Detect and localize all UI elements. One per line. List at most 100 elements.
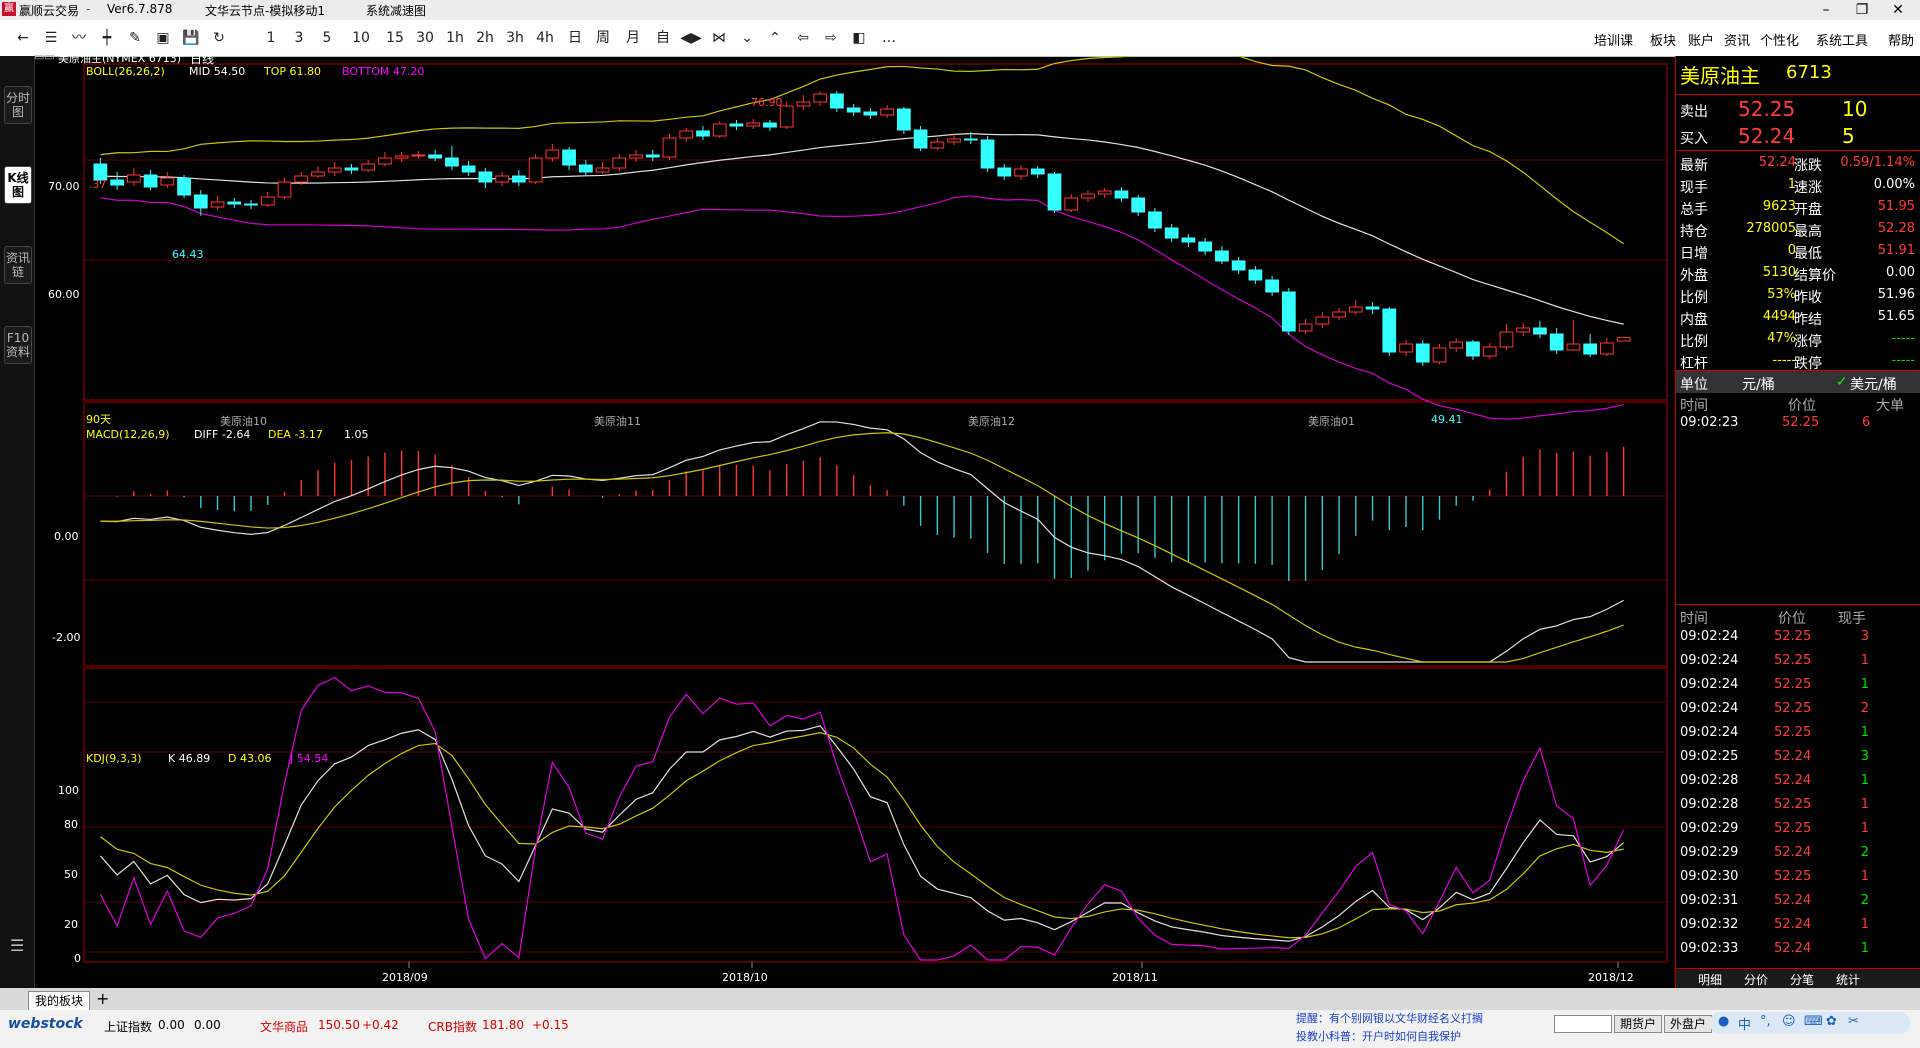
emoji-icon[interactable]: ☺ bbox=[1782, 1014, 1796, 1029]
more-button[interactable]: … bbox=[878, 28, 900, 48]
candle-body bbox=[1148, 211, 1162, 229]
index-sh-name[interactable]: 上证指数 bbox=[104, 1018, 152, 1035]
search-input[interactable] bbox=[1554, 1015, 1612, 1033]
menu-item-1[interactable]: 板块 bbox=[1650, 30, 1676, 49]
chart-area[interactable]: ▭▭ 美原油主(NYMEX 6713) 日线 BOLL(26,26,2) MID… bbox=[34, 50, 1674, 988]
line-chart-icon[interactable]: 〰 bbox=[68, 28, 90, 48]
chinese-mode-icon[interactable]: 中 bbox=[1738, 1014, 1751, 1033]
tick-row[interactable]: 09:02:24 52.25 1 bbox=[1676, 722, 1920, 744]
candle-icon[interactable]: ┿ bbox=[96, 28, 118, 48]
system-status[interactable]: 系统减速图 bbox=[366, 2, 426, 19]
tick-cell: 3 bbox=[1860, 749, 1869, 764]
macd-diff: DIFF -2.64 bbox=[194, 428, 251, 441]
ime-icon[interactable]: ● bbox=[1718, 1014, 1729, 1029]
tick-row[interactable]: 09:02:31 52.24 2 bbox=[1676, 890, 1920, 912]
save-icon[interactable]: 💾 bbox=[180, 28, 202, 48]
menu-item-5[interactable]: 系统工具 bbox=[1816, 30, 1868, 49]
screenshot-icon[interactable]: ✂ bbox=[1848, 1014, 1859, 1029]
chevron-up-icon[interactable]: ⌃ bbox=[764, 28, 786, 48]
tab-time-share[interactable]: 分时图 bbox=[4, 86, 32, 124]
period-button-10[interactable]: 日 bbox=[562, 28, 588, 48]
sell-price[interactable]: 52.25 bbox=[1738, 97, 1795, 121]
arrow-left-icon[interactable]: ⇦ bbox=[792, 28, 814, 48]
boll-label[interactable]: BOLL(26,26,2) bbox=[86, 65, 165, 78]
tick-cell: 09:02:24 bbox=[1680, 701, 1739, 716]
add-tab-button[interactable]: + bbox=[96, 989, 109, 1008]
restore-button[interactable]: ❐ bbox=[1844, 0, 1880, 20]
tick-cell: 52.25 bbox=[1774, 797, 1812, 812]
macd-label[interactable]: MACD(12,26,9) bbox=[86, 428, 170, 441]
tab-ticks[interactable]: 分笔 bbox=[1790, 971, 1814, 988]
period-button-3[interactable]: 10 bbox=[348, 28, 374, 48]
tab-f10[interactable]: F10资料 bbox=[4, 326, 32, 364]
period-button-2[interactable]: 5 bbox=[314, 28, 340, 48]
unit-usd[interactable]: 美元/桶 bbox=[1850, 374, 1897, 394]
tick-row[interactable]: 09:02:24 52.25 1 bbox=[1676, 674, 1920, 696]
tab-kline[interactable]: K线图 bbox=[4, 166, 32, 204]
candle-body bbox=[411, 154, 426, 157]
period-button-9[interactable]: 4h bbox=[532, 28, 558, 48]
skin-icon[interactable]: ✿ bbox=[1826, 1014, 1837, 1029]
unit-cny[interactable]: 元/桶 bbox=[1742, 374, 1775, 394]
period-button-0[interactable]: 1 bbox=[258, 28, 284, 48]
menu-icon[interactable]: ☰ bbox=[10, 936, 24, 955]
notice-line-1[interactable]: 提醒：有个别网银以文华财经名义打搁 bbox=[1296, 1010, 1483, 1026]
tick-cell: 52.25 bbox=[1774, 725, 1812, 740]
tab-news-chain[interactable]: 资讯链 bbox=[4, 246, 32, 284]
menu-item-0[interactable]: 培训课 bbox=[1594, 30, 1633, 49]
index-wh-name[interactable]: 文华商品 bbox=[260, 1018, 308, 1035]
tick-row[interactable]: 09:02:32 52.24 1 bbox=[1676, 914, 1920, 936]
period-button-1[interactable]: 3 bbox=[286, 28, 312, 48]
chevron-down-icon[interactable]: ⌄ bbox=[736, 28, 758, 48]
tab-detail[interactable]: 明细 bbox=[1698, 971, 1722, 988]
tick-row[interactable]: 09:02:29 52.24 2 bbox=[1676, 842, 1920, 864]
print-icon[interactable]: ▣ bbox=[152, 28, 174, 48]
tick-row[interactable]: 09:02:28 52.25 1 bbox=[1676, 794, 1920, 816]
draw-icon[interactable]: ✎ bbox=[124, 28, 146, 48]
tick-row[interactable]: 09:02:24 52.25 3 bbox=[1676, 626, 1920, 648]
back-icon[interactable]: ← bbox=[12, 28, 34, 48]
tick-row[interactable]: 09:02:30 52.25 1 bbox=[1676, 866, 1920, 888]
foreign-account-button[interactable]: 外盘户 bbox=[1664, 1015, 1712, 1033]
buy-price[interactable]: 52.24 bbox=[1738, 124, 1795, 148]
tab-price-distribution[interactable]: 分价 bbox=[1744, 971, 1768, 988]
tab-statistics[interactable]: 统计 bbox=[1836, 971, 1860, 988]
tab-my-sectors[interactable]: 我的板块 bbox=[28, 991, 90, 1011]
menu-item-3[interactable]: 资讯 bbox=[1724, 30, 1750, 49]
menu-item-6[interactable]: 帮助 bbox=[1888, 30, 1914, 49]
minimize-button[interactable]: – bbox=[1808, 0, 1844, 20]
shrink-icon[interactable]: ◀▶ bbox=[680, 28, 702, 48]
menu-item-4[interactable]: 个性化 bbox=[1760, 30, 1799, 49]
keyboard-icon[interactable]: ⌨ bbox=[1804, 1014, 1823, 1029]
layout-icon[interactable]: ◧ bbox=[848, 28, 870, 48]
menu-item-2[interactable]: 账户 bbox=[1688, 30, 1714, 49]
expand-icon[interactable]: ⋈ bbox=[708, 28, 730, 48]
notice-line-2[interactable]: 投教小科普：开户时如何自我保护 bbox=[1296, 1028, 1461, 1044]
tick-row[interactable]: 09:02:28 52.24 1 bbox=[1676, 770, 1920, 792]
period-button-13[interactable]: 自 bbox=[650, 28, 676, 48]
period-button-7[interactable]: 2h bbox=[472, 28, 498, 48]
candle-body bbox=[896, 108, 911, 131]
period-button-4[interactable]: 15 bbox=[382, 28, 408, 48]
period-button-11[interactable]: 周 bbox=[590, 28, 616, 48]
arrow-right-icon[interactable]: ⇨ bbox=[820, 28, 842, 48]
punctuation-icon[interactable]: °, bbox=[1760, 1014, 1771, 1029]
candle-body bbox=[461, 165, 476, 173]
kline-chart-svg[interactable] bbox=[34, 56, 1674, 988]
kdj-label[interactable]: KDJ(9,3,3) bbox=[86, 752, 142, 765]
period-button-12[interactable]: 月 bbox=[620, 28, 646, 48]
refresh-icon[interactable]: ↻ bbox=[208, 28, 230, 48]
big-trade-row[interactable]: 09:02:23 52.25 6 bbox=[1676, 412, 1920, 434]
period-button-5[interactable]: 30 bbox=[412, 28, 438, 48]
futures-account-button[interactable]: 期货户 bbox=[1614, 1015, 1662, 1033]
tick-row[interactable]: 09:02:24 52.25 1 bbox=[1676, 650, 1920, 672]
index-crb-name[interactable]: CRB指数 bbox=[428, 1018, 477, 1035]
period-button-6[interactable]: 1h bbox=[442, 28, 468, 48]
tick-row[interactable]: 09:02:29 52.25 1 bbox=[1676, 818, 1920, 840]
tick-row[interactable]: 09:02:24 52.25 2 bbox=[1676, 698, 1920, 720]
tick-row[interactable]: 09:02:25 52.24 3 bbox=[1676, 746, 1920, 768]
list-icon[interactable]: ☰ bbox=[40, 28, 62, 48]
close-button[interactable]: ✕ bbox=[1880, 0, 1916, 20]
tick-row[interactable]: 09:02:33 52.24 1 bbox=[1676, 938, 1920, 960]
period-button-8[interactable]: 3h bbox=[502, 28, 528, 48]
